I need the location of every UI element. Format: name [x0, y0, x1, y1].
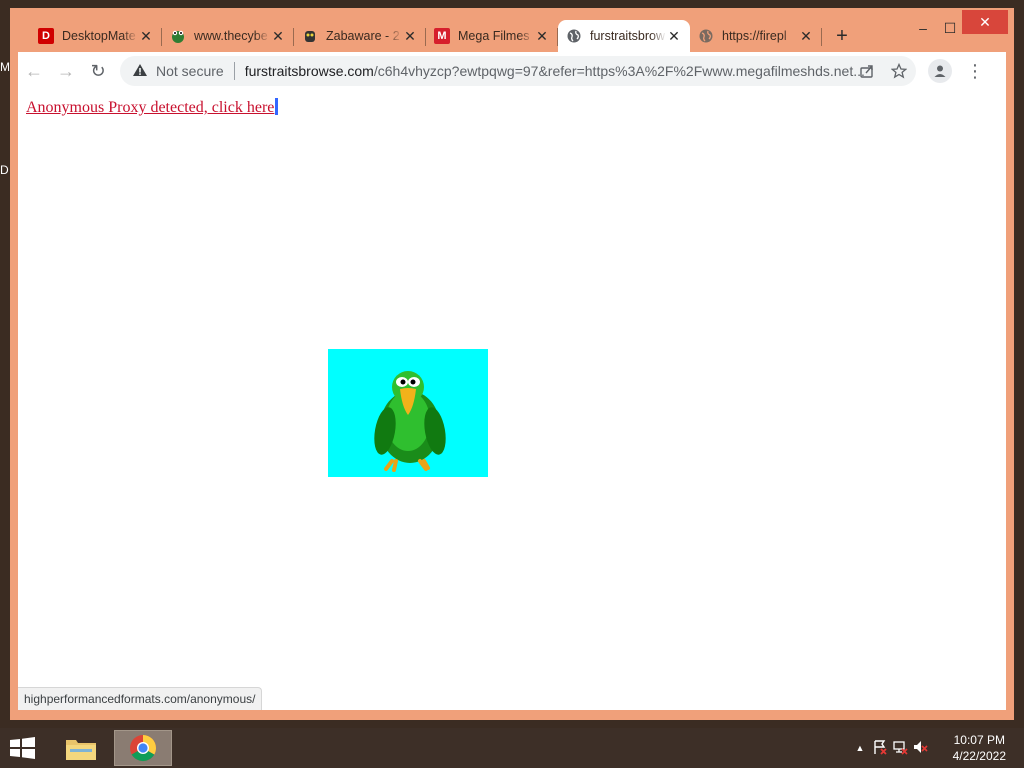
parrot-icon [328, 349, 488, 477]
browser-toolbar: ← → ↻ Not secure furstraitsbrowse.com/c6… [18, 52, 1006, 91]
address-divider [233, 62, 235, 80]
chrome-icon[interactable] [114, 730, 172, 766]
globe-icon [566, 28, 582, 44]
tab-desktopmate[interactable]: D DesktopMate ✕ [30, 20, 162, 52]
system-clock[interactable]: 10:07 PM 4/22/2022 [953, 732, 1006, 764]
close-tab-icon[interactable]: ✕ [270, 28, 286, 45]
warning-triangle-icon[interactable] [132, 63, 150, 80]
address-bar[interactable]: Not secure furstraitsbrowse.com/c6h4vhyz… [120, 56, 916, 86]
security-label[interactable]: Not secure [156, 63, 224, 79]
url-host: furstraitsbrowse.com [244, 63, 374, 79]
mega-filmes-favicon-icon: M [434, 28, 450, 44]
action-center-flag-icon[interactable] [870, 739, 890, 758]
tab-mega-filmes[interactable]: M Mega Filmes ✕ [426, 20, 558, 52]
tab-title: www.thecybe [194, 29, 268, 43]
clock-date: 4/22/2022 [952, 749, 1006, 763]
back-button[interactable]: ← [18, 55, 50, 87]
browser-window: – ☐ ✕ D DesktopMate ✕ www.thecybe ✕ Zaba… [10, 8, 1014, 720]
minimize-button[interactable]: – [908, 14, 938, 42]
tab-title: Mega Filmes [458, 29, 530, 43]
clock-time: 10:07 PM [953, 733, 1005, 747]
star-icon[interactable] [890, 62, 908, 80]
show-hidden-icons-button[interactable]: ▲ [850, 743, 870, 753]
new-tab-button[interactable]: + [828, 20, 856, 52]
person-icon[interactable] [928, 59, 952, 83]
tab-thecybe[interactable]: www.thecybe ✕ [162, 20, 294, 52]
url-path: /c6h4vhyzcp?ewtpqwg=97&refer=https%3A%2F… [373, 63, 865, 79]
status-url-bubble: highperformancedformats.com/anonymous/ [18, 687, 263, 710]
url-text[interactable]: furstraitsbrowse.com/c6h4vhyzcp?ewtpqwg=… [245, 63, 865, 79]
tab-title: Zabaware - 2 [326, 29, 400, 43]
tab-furstraitsbrowse[interactable]: furstraitsbrow ✕ [558, 20, 690, 52]
tray-area: ▲ [850, 728, 930, 768]
parrot-image[interactable] [328, 349, 488, 477]
close-window-button[interactable]: ✕ [962, 10, 1008, 34]
tab-title: DesktopMate [62, 29, 136, 43]
globe-icon [698, 28, 714, 44]
zabaware-favicon-icon [302, 28, 318, 44]
tab-title: https://firepl [722, 29, 787, 43]
network-icon[interactable] [890, 739, 910, 758]
anonymous-proxy-link[interactable]: Anonymous Proxy detected, click here [26, 98, 279, 117]
link-text: Anonymous Proxy detected, click here [26, 99, 275, 116]
reload-button[interactable]: ↻ [82, 55, 114, 87]
tab-zabaware[interactable]: Zabaware - 2 ✕ [294, 20, 426, 52]
menu-button[interactable]: ⋮ [966, 61, 984, 82]
tab-separator [821, 28, 822, 46]
desktopmate-favicon-icon: D [38, 28, 54, 44]
volume-muted-icon[interactable] [910, 739, 930, 758]
page-content: Anonymous Proxy detected, click here hig… [18, 90, 1006, 710]
text-cursor [275, 98, 279, 115]
close-tab-icon[interactable]: ✕ [138, 28, 154, 45]
close-tab-icon[interactable]: ✕ [534, 28, 550, 45]
tab-firepl[interactable]: https://firepl ✕ [690, 20, 822, 52]
tab-title: furstraitsbrow [590, 29, 666, 43]
forward-button[interactable]: → [50, 55, 82, 87]
share-icon[interactable] [858, 62, 876, 80]
frog-favicon-icon [170, 28, 186, 44]
windows-start-icon[interactable] [8, 736, 40, 760]
file-explorer-icon[interactable] [52, 730, 110, 766]
maximize-button[interactable]: ☐ [935, 14, 965, 42]
close-tab-icon[interactable]: ✕ [666, 28, 682, 45]
close-tab-icon[interactable]: ✕ [798, 28, 814, 45]
taskbar: ▲ 10:07 PM 4/22/2022 [0, 728, 1024, 768]
tab-strip: D DesktopMate ✕ www.thecybe ✕ Zabaware -… [30, 20, 856, 52]
close-tab-icon[interactable]: ✕ [402, 28, 418, 45]
